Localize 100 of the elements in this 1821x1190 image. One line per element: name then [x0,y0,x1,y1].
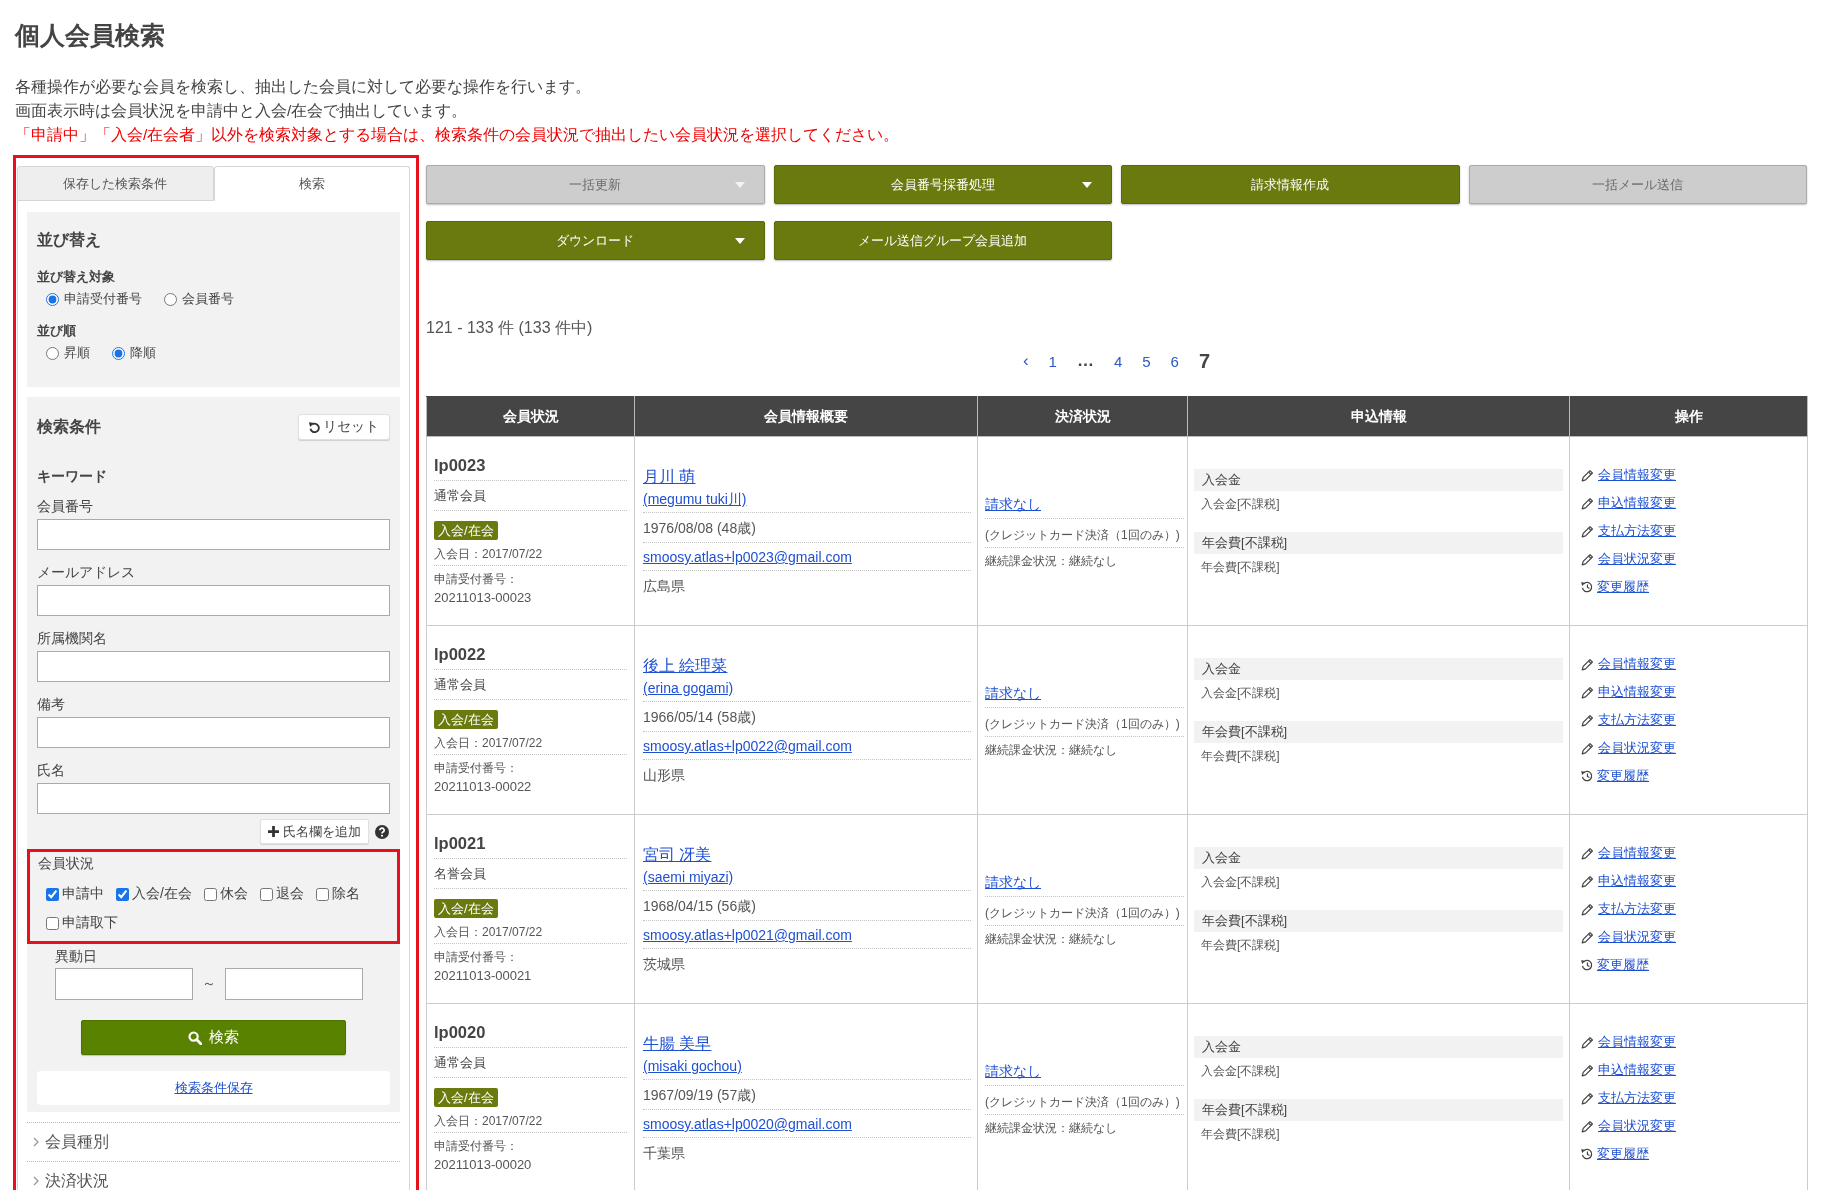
input-field[interactable] [37,783,390,814]
operation-link[interactable]: 申込情報変更 [1598,1060,1676,1080]
operation-link[interactable]: 会員情報変更 [1598,843,1676,863]
operation-link[interactable]: 会員状況変更 [1598,549,1676,569]
date-field[interactable] [55,968,193,1000]
checkbox-label[interactable]: 申請中 [62,885,104,903]
operation-link[interactable]: 申込情報変更 [1598,682,1676,702]
radio-button[interactable] [46,292,59,306]
birth-date: 1976/08/08 (48歳) [643,519,756,538]
action-button[interactable]: ダウンロード [426,221,765,260]
pencil-icon [1581,1119,1594,1133]
member-romaji-link[interactable]: (misaki gochou) [643,1056,742,1076]
accordion-item[interactable]: 会員種別 [27,1122,400,1161]
operation-link[interactable]: 会員情報変更 [1598,1032,1676,1052]
radio-label[interactable]: 降順 [130,344,156,362]
pencil-icon [1581,741,1594,755]
action-button[interactable]: メール送信グループ会員追加 [773,221,1112,260]
checkbox[interactable] [315,887,329,901]
status-badge: 入会/在会 [434,520,498,540]
fee-heading: 入会金 [1194,468,1563,491]
status-badge: 入会/在会 [434,1087,498,1107]
input-field[interactable] [37,651,390,682]
previous-page-link[interactable]: ‹ [1022,351,1029,371]
billing-link[interactable]: 請求なし [985,1060,1041,1081]
member-name-link[interactable]: 後上 絵理菜 [643,655,728,677]
billing-link[interactable]: 請求なし [985,493,1041,514]
tab[interactable]: 検索 [213,166,410,201]
operation-link[interactable]: 会員状況変更 [1598,927,1676,947]
member-romaji-link[interactable]: (saemi miyazi) [643,867,734,887]
input-field[interactable] [37,519,390,550]
radio-button[interactable] [46,346,59,360]
operation-link[interactable]: 支払方法変更 [1598,710,1676,730]
operation-link[interactable]: 支払方法変更 [1598,899,1676,919]
range-separator: ～ [201,975,217,993]
member-name-link[interactable]: 月川 萌 [643,466,696,488]
radio-label[interactable]: 会員番号 [182,290,234,308]
page-link[interactable]: 5 [1142,352,1151,370]
pencil-icon [1581,685,1594,699]
tab[interactable]: 保存した検索条件 [17,166,214,201]
accordion-item[interactable]: 決済状況 [27,1161,400,1190]
operation-link[interactable]: 会員情報変更 [1598,654,1676,674]
radio-button[interactable] [112,346,125,360]
checkbox[interactable] [46,887,59,901]
operation-link[interactable]: 会員状況変更 [1598,738,1676,758]
member-name-link[interactable]: 牛腸 美早 [643,1033,712,1055]
operation-link[interactable]: 支払方法変更 [1598,1088,1676,1108]
page-link[interactable]: 4 [1113,352,1123,370]
history-link[interactable]: 変更履歴 [1597,577,1649,597]
radio-label[interactable]: 申請受付番号 [64,290,142,308]
email-link[interactable]: smoosy.atlas+lp0023@gmail.com [643,547,852,567]
fee-heading: 年会費[不課税] [1194,1098,1563,1121]
field-label: キーワード [37,467,108,486]
operation-link[interactable]: 申込情報変更 [1598,871,1676,891]
page-link[interactable]: 6 [1170,352,1179,370]
page-link[interactable]: 1 [1048,352,1057,370]
date-field[interactable] [225,968,363,1000]
billing-link[interactable]: 請求なし [985,871,1041,892]
operation-link[interactable]: 会員情報変更 [1598,465,1676,485]
member-name-link[interactable]: 宮司 冴美 [643,844,712,866]
pencil-icon [1581,846,1594,860]
history-link[interactable]: 変更履歴 [1597,766,1649,786]
checkbox[interactable] [116,887,129,901]
field-label: 会員番号 [37,497,94,516]
member-type: 通常会員 [434,1053,486,1072]
pencil-icon [1581,1035,1594,1049]
email-link[interactable]: smoosy.atlas+lp0022@gmail.com [643,736,852,756]
page-link[interactable]: 7 [1198,349,1211,373]
notice-text: 「申請中」「入会/在会者」以外を検索対象とする場合は、検索条件の会員状況で抽出したい会員状況を選択してください。 [15,125,901,145]
action-button[interactable]: 請求情報作成 [1121,165,1460,204]
input-field[interactable] [37,585,390,616]
checkbox-label[interactable]: 除名 [331,885,360,903]
help-icon[interactable] [375,824,389,839]
checkbox-label[interactable]: 入会/在会 [132,885,192,903]
radio-label[interactable]: 昇順 [64,344,90,362]
action-button[interactable]: 会員番号採番処理 [773,165,1112,204]
member-romaji-link[interactable]: (megumu tuki川) [643,489,747,509]
history-link[interactable]: 変更履歴 [1597,955,1649,975]
email-link[interactable]: smoosy.atlas+lp0020@gmail.com [643,1114,852,1134]
email-link[interactable]: smoosy.atlas+lp0021@gmail.com [643,925,852,945]
member-romaji-link[interactable]: (erina gogami) [643,678,734,698]
checkbox[interactable] [259,887,273,901]
fee-detail: 入会金[不課税] [1200,495,1280,512]
search-button[interactable]: 検索 [81,1020,346,1055]
checkbox-label[interactable]: 申請取下 [62,914,118,932]
radio-button[interactable] [164,292,177,306]
checkbox[interactable] [203,887,217,901]
operation-link[interactable]: 支払方法変更 [1598,521,1676,541]
operation-link[interactable]: 会員状況変更 [1598,1116,1676,1136]
save-search-link[interactable]: 検索条件保存 [174,1079,253,1097]
history-link[interactable]: 変更履歴 [1597,1144,1649,1164]
operation-link[interactable]: 申込情報変更 [1598,493,1676,513]
billing-link[interactable]: 請求なし [985,682,1041,703]
payment-method: (クレジットカード決済（1回のみ）) [985,715,1180,732]
checkbox[interactable] [46,916,59,930]
checkbox-label[interactable]: 休会 [219,885,248,903]
input-field[interactable] [37,717,390,748]
reset-button[interactable]: リセット [298,414,390,440]
add-name-button[interactable]: 氏名欄を追加 [260,819,369,844]
checkbox-label[interactable]: 退会 [275,885,304,903]
fee-detail: 入会金[不課税] [1200,684,1280,701]
